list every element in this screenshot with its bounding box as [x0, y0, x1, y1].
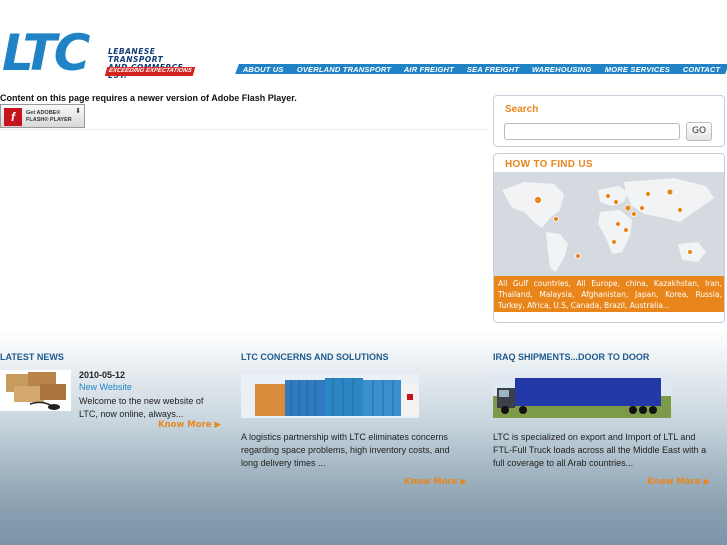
logo-tagline: EXCEEDING EXPECTATIONS	[104, 67, 196, 76]
logo-text: LTC	[2, 24, 90, 82]
search-panel: Search GO	[493, 95, 725, 147]
search-input[interactable]	[504, 123, 680, 140]
countries-served: All Gulf countries, All Europe, china, K…	[494, 276, 724, 312]
nav-air-freight[interactable]: AIR FREIGHT	[404, 65, 454, 74]
nav-about-us[interactable]: ABOUT US	[243, 65, 284, 74]
how-to-find-us-panel: HOW TO FIND US All Gulf countries, All E…	[493, 153, 725, 323]
containers-image	[241, 374, 419, 418]
nav-warehousing[interactable]: WAREHOUSING	[532, 65, 592, 74]
flash-placeholder-area	[0, 126, 490, 130]
ltc-logo[interactable]: LTC LEBANESE TRANSPORT AND COMMERCE EST.…	[2, 24, 202, 82]
news-date: 2010-05-12	[79, 370, 126, 380]
flash-logo-icon: f	[4, 108, 22, 126]
news-excerpt: Welcome to the new website of LTC, now o…	[79, 396, 204, 419]
get-flash-line-2: FLASH® PLAYER	[26, 117, 72, 123]
nav-more-services[interactable]: MORE SERVICES	[605, 65, 670, 74]
iraq-know-more-link[interactable]: Know More ▶	[647, 477, 710, 487]
get-flash-line-1: Get ADOBE®	[26, 110, 61, 116]
flash-required-message: Content on this page requires a newer ve…	[0, 93, 297, 103]
nav-contact[interactable]: CONTACT	[683, 65, 721, 74]
search-go-button[interactable]: GO	[686, 122, 712, 141]
world-map[interactable]	[494, 172, 724, 277]
download-arrow-icon: ⬇	[75, 108, 81, 115]
latest-news-title: LATEST NEWS	[0, 352, 64, 362]
news-title-link[interactable]: New Website	[79, 382, 132, 392]
truck-image	[493, 374, 671, 418]
concerns-text: A logistics partnership with LTC elimina…	[241, 432, 450, 468]
iraq-shipments-text: LTC is specialized on export and Import …	[493, 432, 707, 468]
concerns-know-more-link[interactable]: Know More ▶	[404, 477, 467, 487]
nav-sea-freight[interactable]: SEA FREIGHT	[467, 65, 519, 74]
iraq-shipments-title: IRAQ SHIPMENTS...DOOR TO DOOR	[493, 352, 650, 362]
concerns-title: LTC CONCERNS AND SOLUTIONS	[241, 352, 389, 362]
news-image	[0, 370, 71, 411]
search-title: Search	[505, 104, 539, 115]
how-to-find-us-title: HOW TO FIND US	[505, 159, 593, 170]
world-map-graphic	[494, 172, 724, 277]
get-flash-label: Get ADOBE® FLASH® PLAYER	[26, 110, 72, 124]
news-know-more-link[interactable]: Know More ▶	[158, 420, 221, 430]
logo-line-1: LEBANESE TRANSPORT	[108, 47, 164, 64]
get-flash-player-button[interactable]: f Get ADOBE® FLASH® PLAYER ⬇	[0, 104, 85, 128]
nav-overland-transport[interactable]: OVERLAND TRANSPORT	[297, 65, 391, 74]
main-nav: ABOUT US OVERLAND TRANSPORT AIR FREIGHT …	[235, 64, 727, 74]
